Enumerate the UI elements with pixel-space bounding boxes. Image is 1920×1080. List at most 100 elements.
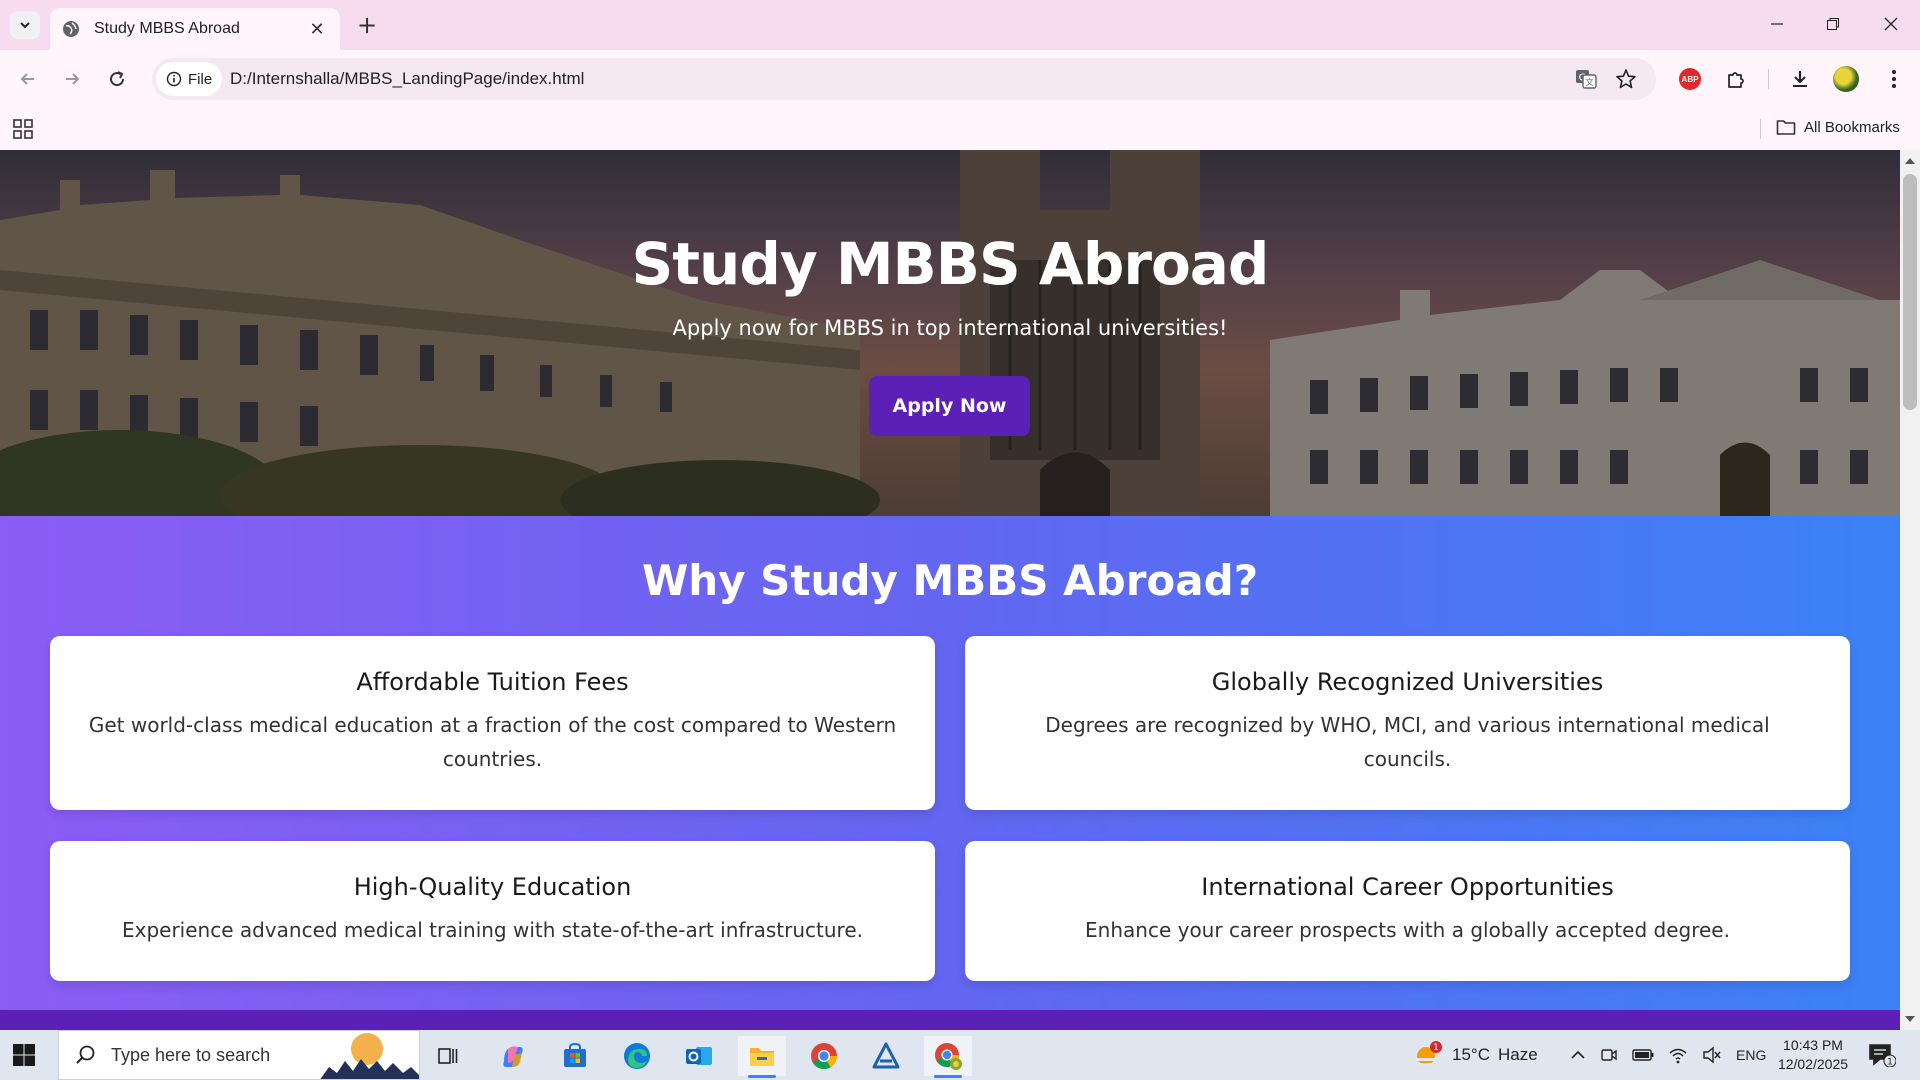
scrollbar-thumb[interactable]	[1903, 174, 1917, 410]
clock-date: 12/02/2025	[1777, 1056, 1849, 1072]
chrome-icon	[935, 1043, 962, 1070]
taskbar-search-box[interactable]: Type here to search	[58, 1030, 420, 1080]
weather-desc: Haze	[1497, 1045, 1538, 1064]
extensions-button[interactable]	[1720, 63, 1752, 95]
outlook-icon	[686, 1047, 712, 1065]
task-view-button[interactable]	[424, 1036, 472, 1076]
hero-section: Study MBBS Abroad Apply now for MBBS in …	[0, 150, 1900, 516]
arrow-left-icon	[20, 73, 34, 85]
new-tab-button[interactable]: +	[352, 10, 382, 40]
browser-toolbar: File D:/Internshalla/MBBS_LandingPage/in…	[0, 50, 1920, 108]
why-section: Why Study MBBS Abroad? Affordable Tuitio…	[0, 516, 1900, 1030]
bookmarks-divider	[1760, 119, 1761, 139]
weather-widget[interactable]: 1 15°C Haze	[1412, 1030, 1538, 1080]
folder-icon	[1776, 120, 1796, 135]
chrome-icon	[811, 1043, 838, 1070]
next-section-edge	[0, 1010, 1900, 1030]
page-viewport: Study MBBS Abroad Apply now for MBBS in …	[0, 150, 1900, 1030]
info-icon	[166, 71, 182, 87]
feature-card-text: Get world-class medical education at a f…	[88, 713, 897, 771]
tab-search-button[interactable]	[10, 11, 40, 39]
scroll-up-arrow-icon[interactable]	[1905, 158, 1915, 164]
globe-icon	[63, 21, 79, 37]
wifi-icon[interactable]	[1668, 1046, 1688, 1064]
apps-grid-icon[interactable]	[12, 118, 34, 140]
restore-icon	[1827, 18, 1839, 30]
feature-card-title: Affordable Tuition Fees	[356, 668, 629, 696]
back-button[interactable]	[12, 63, 44, 95]
page-scrollbar[interactable]	[1900, 150, 1920, 1030]
feature-card: High-Quality Education Experience advanc…	[50, 841, 935, 981]
forward-button[interactable]	[56, 63, 88, 95]
chevron-up-icon[interactable]	[1570, 1047, 1586, 1063]
browser-menu-button[interactable]	[1878, 63, 1910, 95]
edge-button[interactable]	[613, 1036, 661, 1076]
toolbar-divider	[1768, 69, 1769, 89]
volume-muted-icon[interactable]	[1702, 1046, 1722, 1064]
download-icon	[1793, 71, 1807, 87]
feature-card-text: Degrees are recognized by WHO, MCI, and …	[1045, 713, 1770, 771]
site-info-chip[interactable]: File	[156, 62, 223, 96]
url-text[interactable]: D:/Internshalla/MBBS_LandingPage/index.h…	[230, 69, 584, 89]
avatar	[1833, 66, 1859, 92]
feature-card-text: Enhance your career prospects with a glo…	[1085, 918, 1730, 942]
scroll-down-arrow-icon[interactable]	[1905, 1016, 1915, 1022]
feature-card: International Career Opportunities Enhan…	[965, 841, 1850, 981]
store-button[interactable]	[551, 1036, 599, 1076]
star-icon	[1616, 69, 1636, 89]
notification-icon[interactable]: 1	[1868, 1043, 1896, 1067]
tab-close-icon[interactable]: ✕	[306, 19, 328, 40]
file-explorer-button[interactable]	[738, 1036, 786, 1078]
windows-taskbar: Type here to search 1 15°C Haze ENG 10:4…	[0, 1030, 1920, 1080]
copilot-icon	[503, 1046, 523, 1067]
search-icon	[76, 1045, 95, 1064]
feature-card-title: Globally Recognized Universities	[1211, 668, 1604, 696]
adblock-extension-button[interactable]: ABP	[1674, 63, 1706, 95]
apply-now-button[interactable]: Apply Now	[869, 376, 1030, 436]
running-indicator	[934, 1075, 962, 1078]
minimize-button[interactable]	[1752, 8, 1802, 40]
adblock-icon: ABP	[1679, 68, 1701, 90]
hero-subtitle: Apply now for MBBS in top international …	[672, 316, 1228, 340]
close-icon	[1884, 17, 1898, 31]
windows-start-icon[interactable]	[12, 1043, 36, 1067]
translate-icon: G文	[1576, 70, 1597, 89]
meet-now-icon[interactable]	[1600, 1046, 1618, 1064]
chrome-button[interactable]	[800, 1036, 848, 1076]
tab-strip: Study MBBS Abroad ✕ +	[0, 0, 1920, 50]
search-placeholder: Type here to search	[111, 1044, 271, 1065]
clock[interactable]: 10:43 PM 12/02/2025	[1766, 1030, 1860, 1080]
outlook-button[interactable]	[675, 1036, 723, 1076]
feature-card: Affordable Tuition Fees Get world-class …	[50, 636, 935, 810]
search-highlight-image	[319, 1031, 419, 1079]
site-info-label: File	[188, 70, 213, 88]
input-language[interactable]: ENG	[1736, 1047, 1766, 1063]
reload-icon	[110, 71, 125, 87]
app-a-button[interactable]	[862, 1036, 910, 1076]
all-bookmarks-button[interactable]: All Bookmarks	[1776, 118, 1900, 136]
restore-button[interactable]	[1808, 8, 1858, 40]
profile-button[interactable]	[1830, 63, 1862, 95]
hero-title: Study MBBS Abroad	[631, 230, 1270, 298]
tab-title: Study MBBS Abroad	[94, 20, 240, 37]
chrome-profile-button[interactable]	[924, 1036, 972, 1078]
downloads-button[interactable]	[1784, 63, 1816, 95]
system-tray: ENG	[1570, 1030, 1766, 1080]
puzzle-icon	[1728, 72, 1744, 88]
task-view-icon	[438, 1048, 458, 1064]
tab-active[interactable]: Study MBBS Abroad ✕	[50, 8, 340, 50]
feature-card-text: Experience advanced medical training wit…	[121, 918, 864, 942]
weather-haze-icon: 1	[1415, 1041, 1442, 1066]
running-indicator	[748, 1075, 776, 1078]
notification-count: 1	[1887, 1058, 1893, 1068]
address-bar[interactable]: File D:/Internshalla/MBBS_LandingPage/in…	[152, 58, 1656, 100]
copilot-button[interactable]	[489, 1036, 537, 1076]
bookmark-star-button[interactable]	[1612, 65, 1640, 93]
triangle-a-icon	[872, 1042, 900, 1069]
battery-icon[interactable]	[1632, 1048, 1654, 1062]
all-bookmarks-label: All Bookmarks	[1804, 118, 1900, 136]
close-window-button[interactable]	[1866, 8, 1916, 40]
feature-card: Globally Recognized Universities Degrees…	[965, 636, 1850, 810]
reload-button[interactable]	[101, 63, 133, 95]
translate-button[interactable]: G文	[1572, 65, 1600, 93]
